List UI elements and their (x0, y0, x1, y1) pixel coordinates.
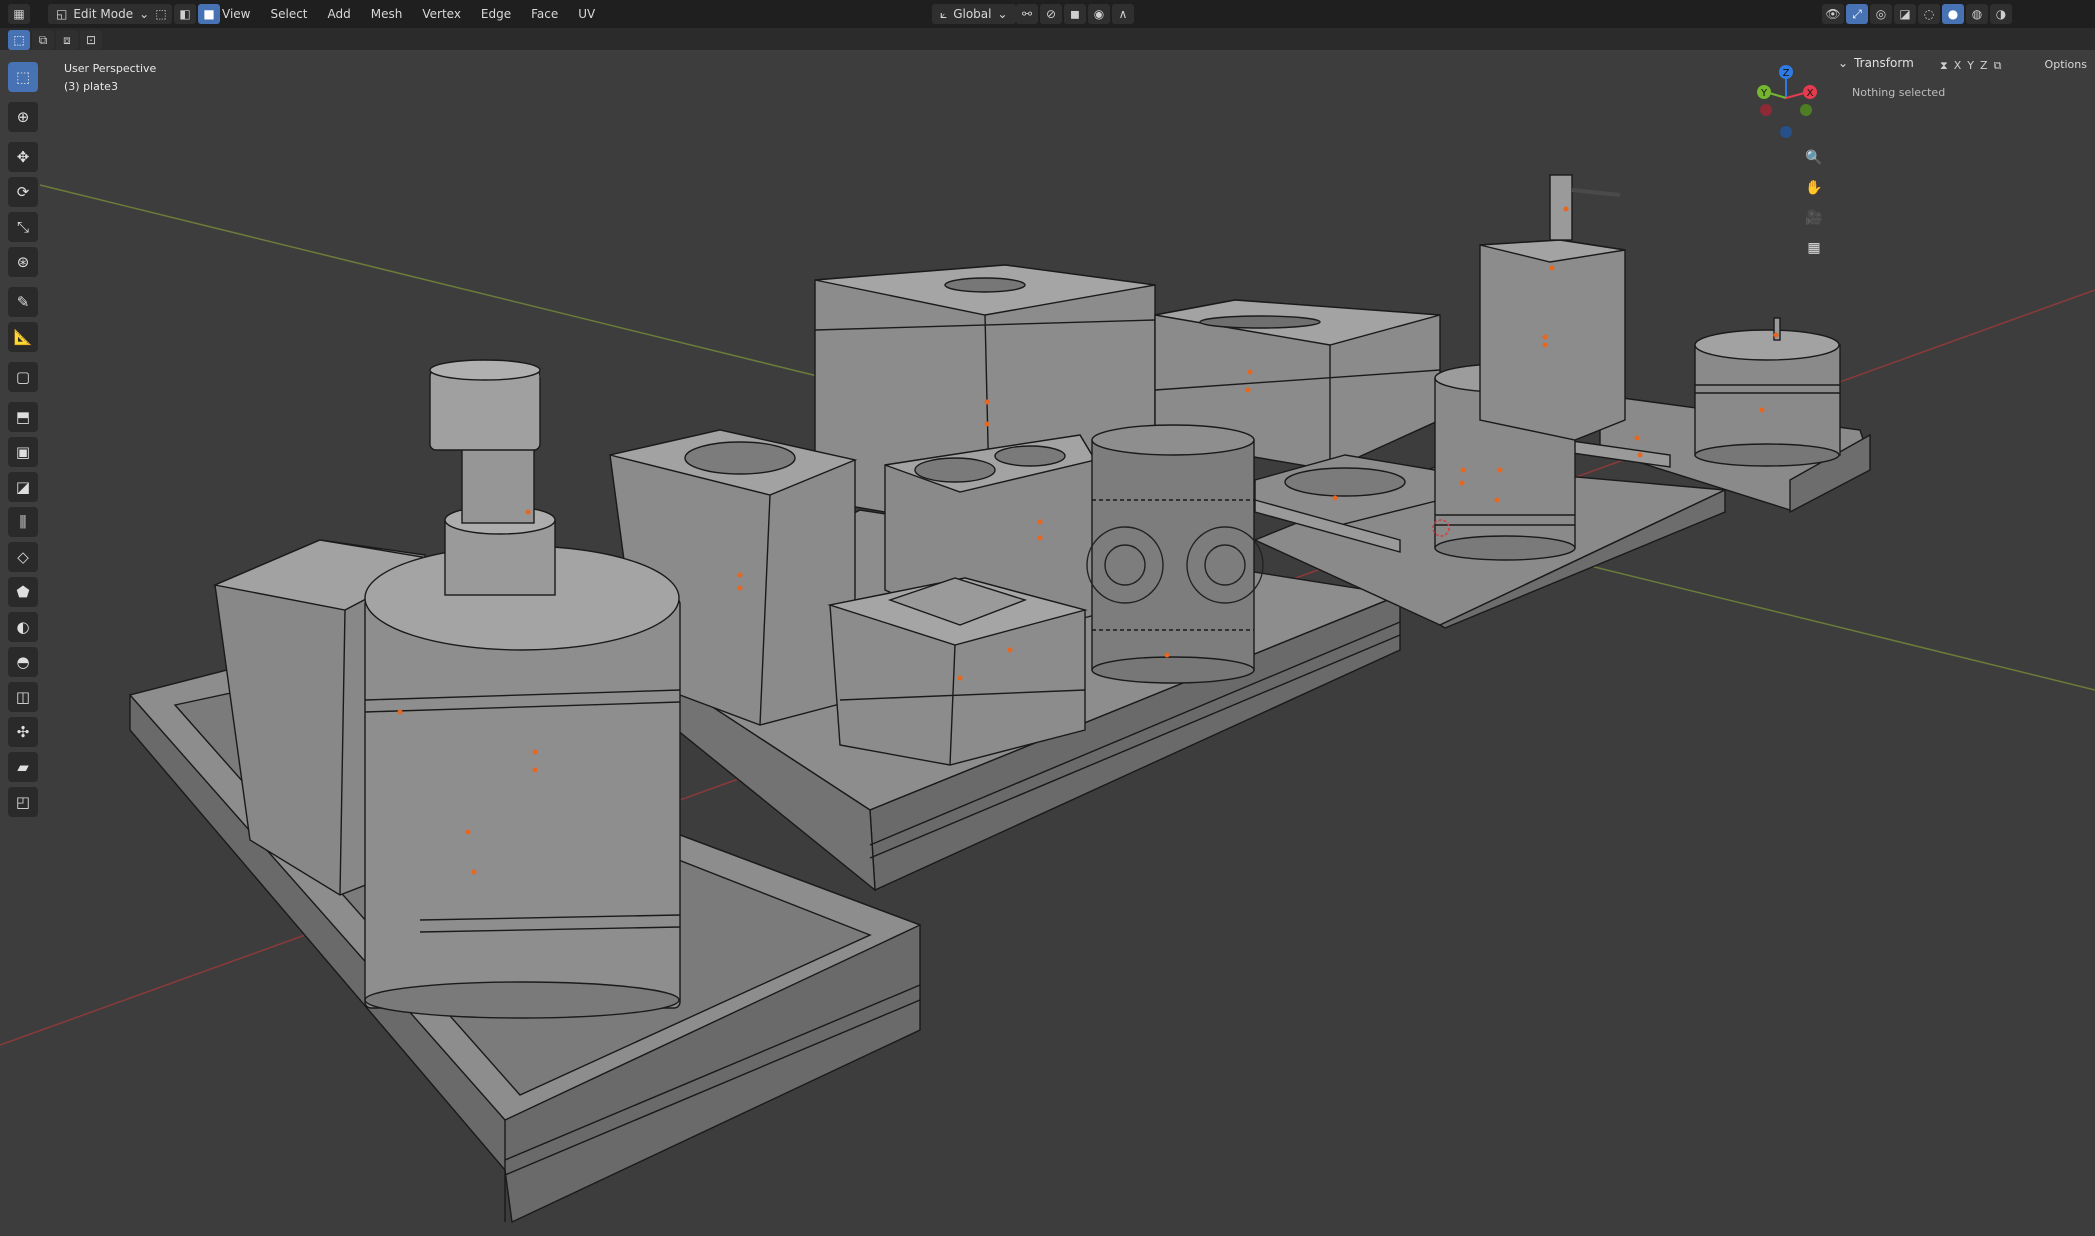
menu-vertex[interactable]: Vertex (412, 7, 471, 21)
snap-group: ⚯ ⊘ ◼ ◉ ∧ (1016, 3, 1136, 25)
select-new-icon[interactable]: ⬚ (8, 30, 30, 50)
perspective-toggle-icon[interactable]: ▦ (1800, 234, 1828, 262)
ornate-cup-body (1091, 439, 1255, 671)
inset-icon[interactable]: ▣ (8, 437, 38, 467)
mode-label: Edit Mode (73, 7, 134, 21)
vertex-select-icon[interactable]: ⬚ (150, 4, 172, 24)
xray-toggle-icon[interactable]: ◪ (1894, 4, 1916, 24)
navigation-gizmo[interactable]: Z Y X (1750, 62, 1822, 142)
active-object-label: (3) plate3 (64, 80, 118, 93)
gizmo-y-label: Y (1760, 88, 1768, 99)
chevron-down-icon: ⌄ (139, 7, 150, 21)
menu-edge[interactable]: Edge (471, 7, 521, 21)
spin-icon[interactable]: ◐ (8, 612, 38, 642)
smooth-icon[interactable]: ◓ (8, 647, 38, 677)
viewport-scene[interactable] (0, 50, 2095, 1236)
edge-select-icon[interactable]: ◧ (174, 4, 196, 24)
menu-add[interactable]: Add (318, 7, 361, 21)
mode-dropdown[interactable]: ◱ Edit Mode ⌄ (48, 3, 158, 25)
proportional-edit-icon[interactable]: ◉ (1088, 4, 1110, 24)
falloff-icon[interactable]: ∧ (1112, 4, 1134, 24)
selection-status: Nothing selected (1852, 86, 1946, 99)
snap-icon[interactable]: ⊘ (1040, 4, 1062, 24)
menu-view[interactable]: View (212, 7, 260, 21)
pivot-icon[interactable]: ⚯ (1016, 4, 1038, 24)
right-jar-body (1694, 344, 1841, 456)
editor-type-dropdown[interactable]: ▦ (8, 3, 32, 25)
header-menus: View Select Add Mesh Vertex Edge Face UV (212, 0, 605, 28)
cursor-icon[interactable]: ⊕ (8, 102, 38, 132)
menu-uv[interactable]: UV (568, 7, 605, 21)
transform-panel-title: Transform (1854, 56, 1914, 70)
rendered-shading-icon[interactable]: ◑ (1990, 4, 2012, 24)
knife-icon[interactable]: ◇ (8, 542, 38, 572)
bathroom-set-mesh (128, 174, 1871, 1224)
orientation-icon: ⟀ (940, 6, 948, 21)
measure-icon[interactable]: 📐 (8, 322, 38, 352)
overlay-toggle-icon[interactable]: ◎ (1870, 4, 1892, 24)
select-box-icon[interactable]: ⬚ (8, 62, 38, 92)
orientation-label: Global (953, 7, 992, 21)
viewport-toggles: 👁 ⤢ ◎ ◪ ◌ ● ◍ ◑ (1822, 3, 2014, 25)
rotate-icon[interactable]: ⟳ (8, 177, 38, 207)
rip-icon[interactable]: ◰ (8, 787, 38, 817)
menu-select[interactable]: Select (260, 7, 317, 21)
pan-hand-icon[interactable]: ✋ (1800, 174, 1828, 202)
scale-icon[interactable]: ⤡ (8, 212, 38, 242)
extrude-icon[interactable]: ⬒ (8, 402, 38, 432)
bevel-icon[interactable]: ◪ (8, 472, 38, 502)
orientation-dropdown[interactable]: ⟀ Global ⌄ (932, 3, 1016, 25)
chevron-down-icon: ⌄ (997, 7, 1008, 21)
sidebar-panel: ⌄ Transform Nothing selected (1838, 56, 2078, 99)
tool-settings-bar: ⬚ ⧉ ⧈ ⊡ ⧗ X Y Z ⧉ Options (0, 28, 2095, 72)
shrink-fatten-icon[interactable]: ✣ (8, 717, 38, 747)
gizmo-z-label: Z (1783, 68, 1790, 79)
viewport-info: User Perspective (3) plate3 (64, 60, 156, 96)
tool-shelf: ⬚ ⊕ ✥ ⟳ ⤡ ⊛ ✎ 📐 ▢ ⬒ ▣ ◪ ⫼ ◇ ⬟ ◐ ◓ ◫ ✣ ▰ ◰ (8, 62, 38, 822)
gizmo-toggle-icon[interactable]: ⤢ (1846, 4, 1868, 24)
add-cube-icon[interactable]: ▢ (8, 362, 38, 392)
editor-type-icon: ▦ (8, 4, 30, 24)
camera-view-icon[interactable]: 🎥 (1800, 204, 1828, 232)
header-bar: ▦ ◱ Edit Mode ⌄ ⬚ ◧ ■ View Select Add Mesh… (0, 0, 2095, 29)
loop-cut-icon[interactable]: ⫼ (8, 507, 38, 537)
zoom-icon[interactable]: 🔍 (1800, 144, 1828, 172)
select-subtract-icon[interactable]: ⧈ (56, 30, 78, 50)
snap-target-icon[interactable]: ◼ (1064, 4, 1086, 24)
poly-build-icon[interactable]: ⬟ (8, 577, 38, 607)
3d-viewport[interactable] (0, 50, 2095, 1236)
shear-icon[interactable]: ▰ (8, 752, 38, 782)
menu-mesh[interactable]: Mesh (361, 7, 413, 21)
selection-mode-group: ⬚ ⧉ ⧈ ⊡ (8, 29, 104, 51)
visibility-icon[interactable]: 👁 (1822, 4, 1844, 24)
transform-icon[interactable]: ⊛ (8, 247, 38, 277)
material-shading-icon[interactable]: ◍ (1966, 4, 1988, 24)
transform-panel-header[interactable]: ⌄ Transform (1838, 56, 2078, 70)
big-dispenser-body (364, 597, 681, 1009)
solid-shading-icon[interactable]: ● (1942, 4, 1964, 24)
menu-face[interactable]: Face (521, 7, 568, 21)
wireframe-shading-icon[interactable]: ◌ (1918, 4, 1940, 24)
chevron-down-icon: ⌄ (1838, 56, 1849, 70)
annotate-icon[interactable]: ✎ (8, 287, 38, 317)
gizmo-x-label: X (1807, 88, 1814, 99)
select-extend-icon[interactable]: ⧉ (32, 30, 54, 50)
edge-slide-icon[interactable]: ◫ (8, 682, 38, 712)
select-intersect-icon[interactable]: ⊡ (80, 30, 102, 50)
mode-icon: ◱ (56, 7, 68, 21)
move-icon[interactable]: ✥ (8, 142, 38, 172)
perspective-label: User Perspective (64, 62, 157, 75)
